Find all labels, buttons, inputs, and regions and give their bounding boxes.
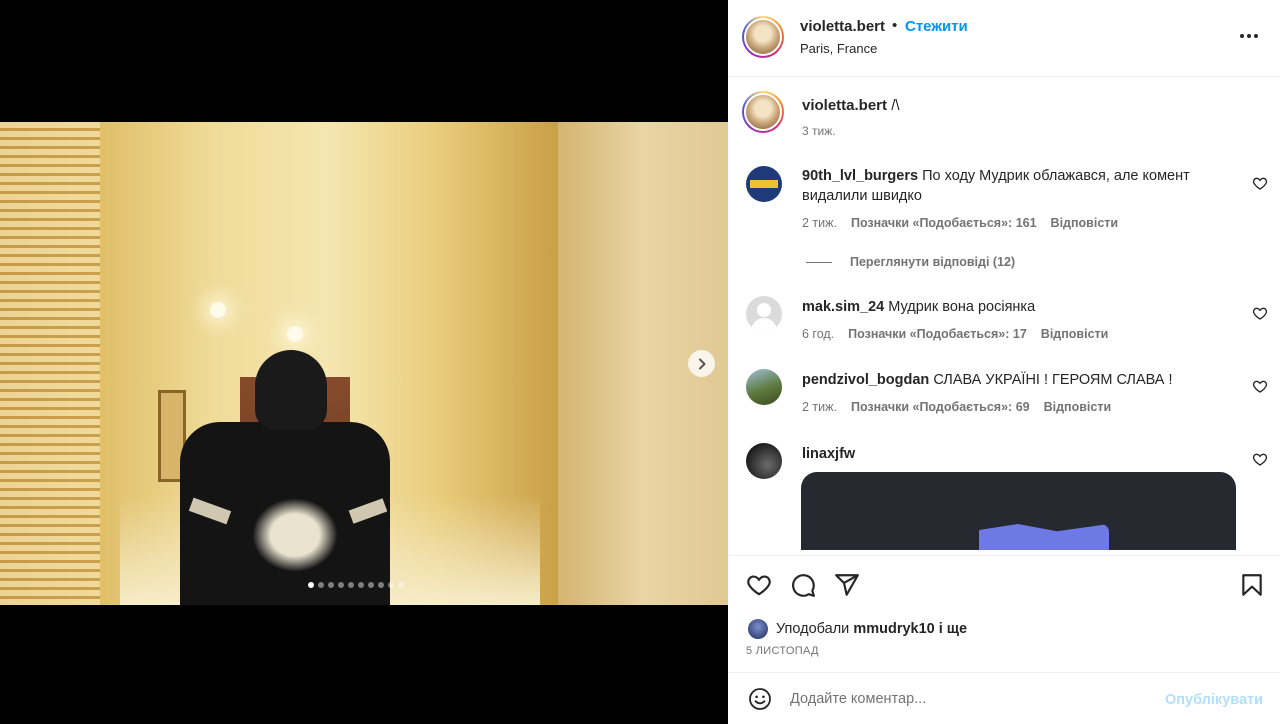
- comment-image[interactable]: [801, 472, 1236, 550]
- slide-dot: [398, 582, 404, 588]
- slide-dot: [318, 582, 324, 588]
- liked-by: Уподобали mmudryk10 і ще: [748, 619, 967, 639]
- liker-avatar[interactable]: [748, 619, 768, 639]
- separator-dot: •: [892, 17, 898, 34]
- comment-body: 90th_lvl_burgers По ходу Мудрик облажавс…: [802, 166, 1222, 206]
- comment-time[interactable]: 2 тиж.: [802, 400, 837, 414]
- comment-likes[interactable]: Позначки «Подобається»: 17: [848, 327, 1027, 341]
- chevron-right-icon: [698, 358, 705, 369]
- caption-username[interactable]: violetta.bert: [802, 97, 887, 114]
- post-date[interactable]: 5 ЛИСТОПАД: [746, 645, 819, 657]
- heart-icon[interactable]: [1252, 378, 1268, 394]
- post-header: violetta.bert • Стежити Paris, France: [728, 0, 1280, 77]
- comment-text: Мудрик вона росіянка: [888, 299, 1036, 315]
- comment-icon[interactable]: [790, 572, 816, 598]
- comments-list[interactable]: violetta.bert /\ 3 тиж. 90th_lvl_burgers…: [728, 78, 1280, 550]
- comment-meta: 2 тиж. Позначки «Подобається»: 161 Відпо…: [802, 216, 1118, 230]
- slide-dot: [358, 582, 364, 588]
- comment-body: mak.sim_24 Мудрик вона росіянка: [802, 297, 1222, 317]
- liked-by-user[interactable]: mmudryk10: [853, 621, 934, 637]
- post-media: [0, 0, 728, 724]
- comment-username[interactable]: 90th_lvl_burgers: [802, 168, 918, 184]
- post-photo: [0, 122, 728, 605]
- instagram-post-modal: violetta.bert • Стежити Paris, France vi…: [0, 0, 1280, 724]
- more-options-button[interactable]: [1234, 24, 1264, 48]
- comment-meta: 2 тиж. Позначки «Подобається»: 69 Відпов…: [802, 400, 1111, 414]
- next-slide-button[interactable]: [688, 350, 715, 377]
- share-icon[interactable]: [834, 572, 860, 598]
- comment-time[interactable]: 2 тиж.: [802, 216, 837, 230]
- comment-text: СЛАВА УКРАЇНІ ! ГЕРОЯМ СЛАВА !: [933, 372, 1173, 388]
- slide-dot: [378, 582, 384, 588]
- heart-icon[interactable]: [746, 572, 772, 598]
- comment-avatar[interactable]: [746, 296, 782, 332]
- heart-icon[interactable]: [1252, 175, 1268, 191]
- comment-username[interactable]: linaxjfw: [802, 446, 855, 462]
- more-icon: [1240, 34, 1244, 38]
- comment-avatar[interactable]: [746, 166, 782, 202]
- view-replies-button[interactable]: Переглянути відповіді (12): [806, 255, 1015, 269]
- caption-time[interactable]: 3 тиж.: [802, 124, 836, 138]
- follow-button[interactable]: Стежити: [905, 18, 968, 35]
- comment-body: pendzivol_bogdan СЛАВА УКРАЇНІ ! ГЕРОЯМ …: [802, 370, 1222, 390]
- view-replies-label: Переглянути відповіді (12): [850, 255, 1016, 269]
- comment-input[interactable]: [790, 686, 1150, 712]
- caption-text: /\: [891, 97, 900, 114]
- comment-likes[interactable]: Позначки «Подобається»: 69: [851, 400, 1030, 414]
- post-actions: Уподобали mmudryk10 і ще 5 ЛИСТОПАД: [728, 555, 1280, 673]
- slide-dot: [368, 582, 374, 588]
- comment-avatar[interactable]: [746, 369, 782, 405]
- publish-button[interactable]: Опублікувати: [1165, 692, 1263, 708]
- heart-icon[interactable]: [1252, 451, 1268, 467]
- caption: violetta.bert /\: [802, 97, 900, 114]
- slide-indicator: [308, 582, 404, 588]
- slide-dot: [328, 582, 334, 588]
- post-location[interactable]: Paris, France: [800, 41, 877, 56]
- comment-username[interactable]: pendzivol_bogdan: [802, 372, 929, 388]
- reply-button[interactable]: Відповісти: [1041, 327, 1109, 341]
- slide-dot: [338, 582, 344, 588]
- bookmark-icon[interactable]: [1239, 572, 1265, 598]
- author-username[interactable]: violetta.bert: [800, 18, 885, 35]
- post-side-panel: violetta.bert • Стежити Paris, France vi…: [728, 0, 1280, 724]
- slide-dot: [348, 582, 354, 588]
- comment-username[interactable]: mak.sim_24: [802, 299, 884, 315]
- comment-meta: 6 год. Позначки «Подобається»: 17 Відпов…: [802, 327, 1108, 341]
- heart-icon[interactable]: [1252, 305, 1268, 321]
- reply-button[interactable]: Відповісти: [1044, 400, 1112, 414]
- slide-dot: [308, 582, 314, 588]
- author-avatar[interactable]: [742, 16, 784, 58]
- comment-composer: Опублікувати: [728, 672, 1280, 724]
- reply-button[interactable]: Відповісти: [1051, 216, 1119, 230]
- slide-dot: [388, 582, 394, 588]
- comment-body: linaxjfw: [802, 444, 1222, 464]
- comment-likes[interactable]: Позначки «Подобається»: 161: [851, 216, 1037, 230]
- emoji-icon[interactable]: [748, 687, 772, 711]
- caption-author-avatar[interactable]: [742, 91, 784, 133]
- liked-by-others[interactable]: і ще: [939, 621, 967, 637]
- liked-by-prefix: Уподобали: [776, 621, 850, 637]
- comment-time[interactable]: 6 год.: [802, 327, 834, 341]
- comment-avatar[interactable]: [746, 443, 782, 479]
